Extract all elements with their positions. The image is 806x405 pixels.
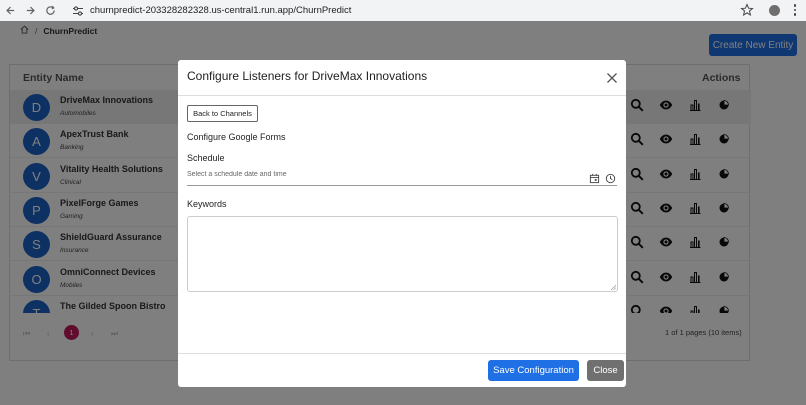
schedule-field: [187, 169, 617, 186]
keywords-label: Keywords: [187, 199, 227, 209]
profile-icon[interactable]: [769, 5, 780, 16]
configure-listeners-dialog: Configure Listeners for DriveMax Innovat…: [178, 60, 626, 387]
clock-icon[interactable]: [605, 171, 616, 184]
address-bar[interactable]: churnpredict-203328282328.us-central1.ru…: [66, 2, 762, 19]
calendar-icon[interactable]: [589, 171, 600, 184]
resize-grip-icon[interactable]: [611, 285, 616, 290]
save-configuration-button[interactable]: Save Configuration: [488, 360, 579, 381]
schedule-label: Schedule: [187, 153, 225, 163]
schedule-input[interactable]: [187, 171, 577, 178]
dialog-header: Configure Listeners for DriveMax Innovat…: [178, 60, 626, 96]
section-subtitle: Configure Google Forms: [187, 132, 286, 142]
dialog-title: Configure Listeners for DriveMax Innovat…: [187, 69, 428, 83]
forward-arrow-icon[interactable]: [20, 1, 40, 21]
browser-toolbar: churnpredict-203328282328.us-central1.ru…: [0, 0, 806, 21]
url-text: churnpredict-203328282328.us-central1.ru…: [90, 5, 352, 16]
tune-icon[interactable]: [72, 5, 84, 17]
kebab-menu-icon[interactable]: [790, 3, 800, 17]
close-button[interactable]: Close: [587, 360, 624, 381]
keywords-textarea[interactable]: [187, 216, 618, 292]
back-to-channels-button[interactable]: Back to Channels: [187, 105, 258, 122]
dialog-footer: Save Configuration Close: [178, 353, 626, 387]
back-arrow-icon[interactable]: [0, 1, 20, 21]
close-icon[interactable]: [606, 71, 618, 83]
star-icon[interactable]: [740, 3, 754, 17]
reload-icon[interactable]: [40, 1, 60, 21]
